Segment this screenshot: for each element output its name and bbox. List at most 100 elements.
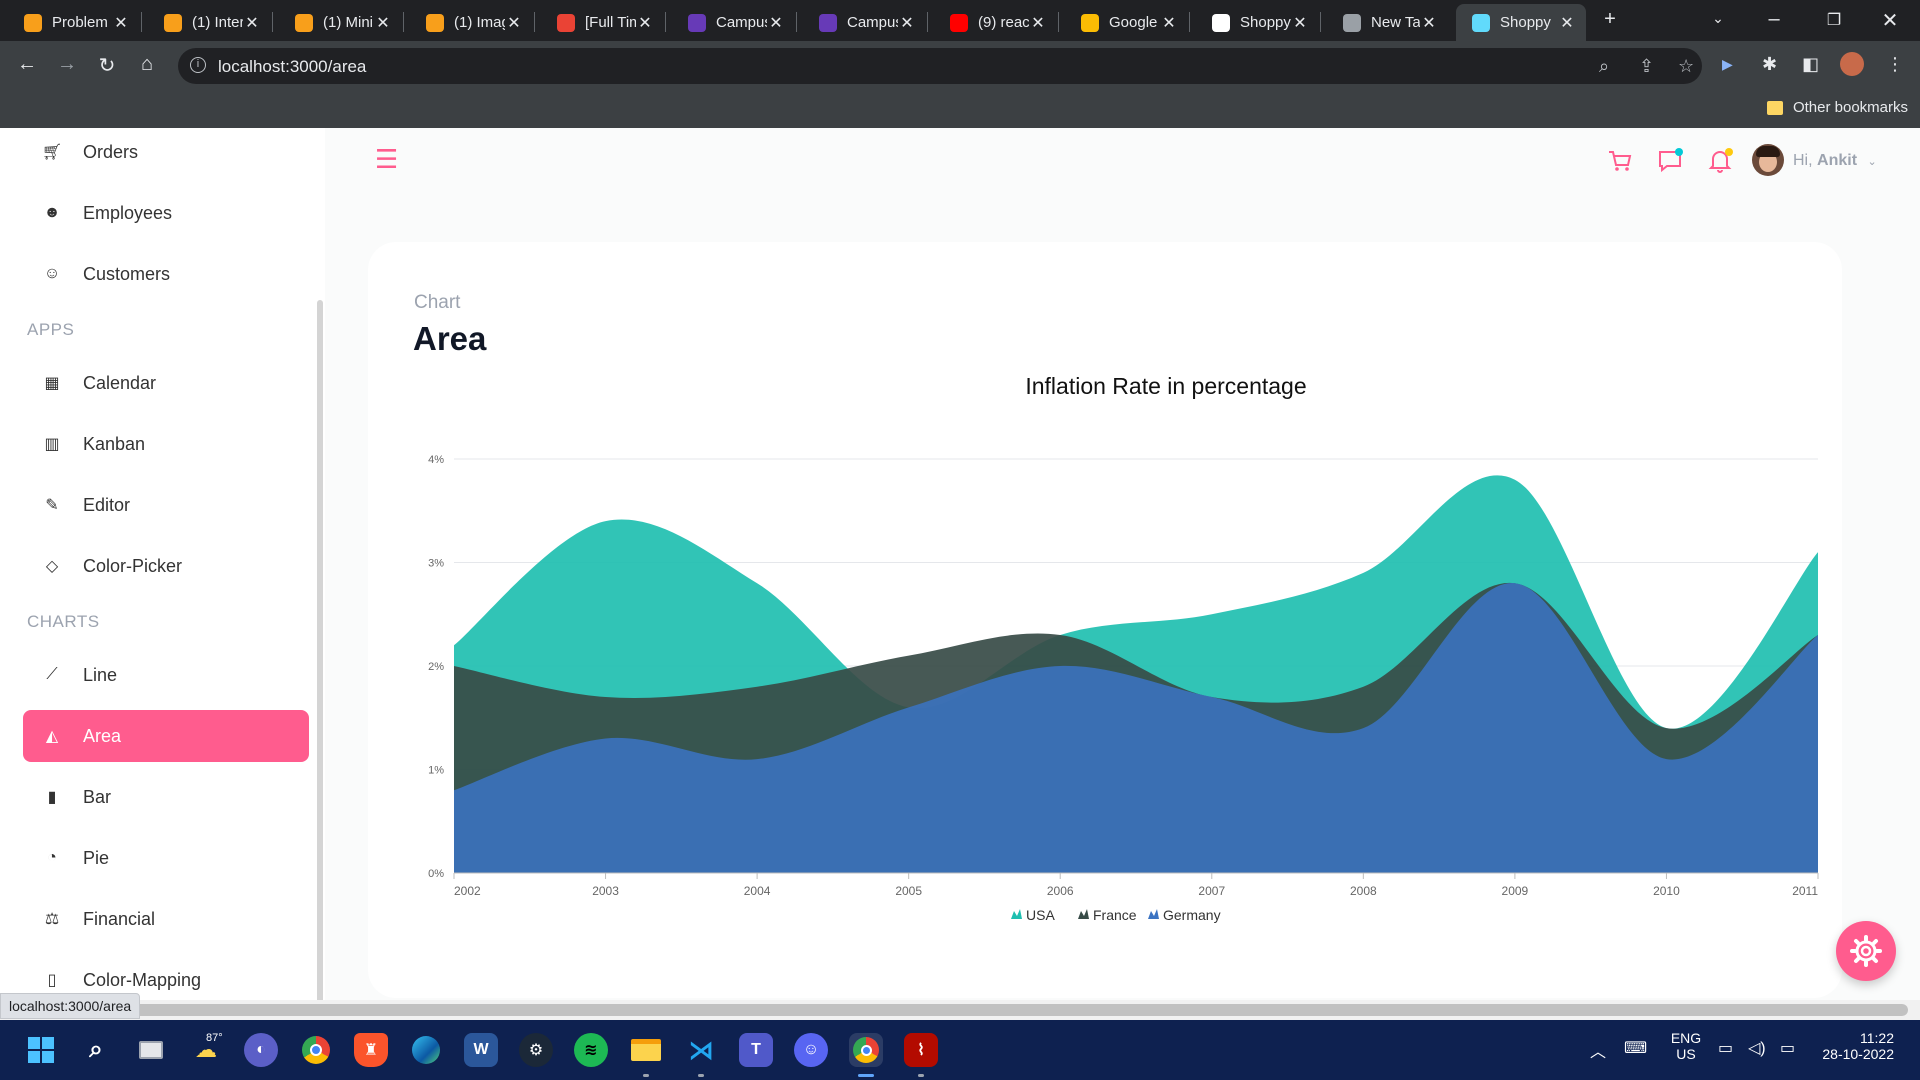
sidebar-item-area[interactable]: ◭ Area bbox=[23, 710, 309, 762]
tab-search-icon[interactable]: ⌄ bbox=[1704, 10, 1732, 27]
sidebar-item-color-picker[interactable]: ◇ Color-Picker bbox=[23, 540, 309, 592]
bar-chart-icon: ▮ bbox=[47, 789, 57, 806]
sidebar-scrollbar[interactable] bbox=[317, 300, 323, 1000]
tab-close-icon[interactable]: ✕ bbox=[1291, 13, 1309, 33]
windows-start-icon[interactable] bbox=[24, 1033, 58, 1067]
menu-hamburger-icon[interactable]: ☰ bbox=[375, 144, 398, 175]
acrobat-icon[interactable]: ⌇ bbox=[904, 1033, 938, 1067]
task-view-icon[interactable] bbox=[134, 1033, 168, 1067]
tab-close-icon[interactable]: ✕ bbox=[898, 13, 916, 33]
discord-icon[interactable]: ☺ bbox=[794, 1033, 828, 1067]
tab-close-icon[interactable]: ✕ bbox=[1420, 13, 1438, 33]
vscode-running-indicator bbox=[698, 1074, 704, 1077]
browser-menu-icon[interactable]: ⋮ bbox=[1886, 54, 1904, 75]
browser-tab[interactable]: (9) react ✕ bbox=[934, 4, 1057, 41]
back-button[interactable]: ← bbox=[13, 53, 41, 76]
profile-avatar[interactable] bbox=[1840, 52, 1864, 76]
user-greeting[interactable]: Hi, Ankit ⌄ bbox=[1793, 152, 1877, 170]
chrome-icon[interactable] bbox=[299, 1033, 333, 1067]
sidebar-item-bar[interactable]: ▮ Bar bbox=[23, 771, 309, 823]
sidebar-item-orders[interactable]: 🛒︎ Orders bbox=[23, 128, 309, 178]
teams-icon[interactable]: T bbox=[739, 1033, 773, 1067]
y-tick-label: 0% bbox=[428, 868, 444, 880]
steam-icon[interactable]: ⚙ bbox=[519, 1033, 553, 1067]
windows-taskbar: ⌕ ☁ 87° ◐ ♜ W ⚙ ≋ ⋊ T ☺ ⌇ ︿ ⌨ ENG US ▭ ◁… bbox=[0, 1020, 1920, 1080]
settings-button[interactable] bbox=[1836, 921, 1896, 981]
bookmark-star-icon[interactable]: ☆ bbox=[1678, 56, 1694, 77]
side-panel-icon[interactable]: ◧ bbox=[1802, 54, 1819, 75]
reload-button[interactable]: ↻ bbox=[93, 53, 121, 78]
browser-tab[interactable]: [Full Time]✕ bbox=[541, 4, 664, 41]
sidebar-item-line[interactable]: ⟋ Line bbox=[23, 649, 309, 701]
tab-close-icon[interactable]: ✕ bbox=[767, 13, 785, 33]
address-url[interactable]: localhost:3000/area bbox=[218, 57, 366, 77]
tab-close-icon[interactable]: ✕ bbox=[374, 13, 392, 33]
extension-play-icon[interactable]: ▶ bbox=[1722, 56, 1733, 73]
home-button[interactable]: ⌂ bbox=[133, 53, 161, 76]
tab-close-icon[interactable]: ✕ bbox=[1029, 13, 1047, 33]
tab-title: Campus bbox=[716, 14, 767, 31]
legend-label: USA bbox=[1026, 907, 1055, 923]
forward-button[interactable]: → bbox=[53, 53, 81, 76]
browser-tab[interactable]: (1) Interview✕ bbox=[148, 4, 271, 41]
browser-tab[interactable]: Campus ✕ bbox=[803, 4, 926, 41]
sidebar-item-employees[interactable]: ☻ Employees bbox=[23, 187, 309, 239]
sidebar-item-label: Line bbox=[83, 664, 118, 685]
cart-icon[interactable] bbox=[1607, 148, 1633, 174]
keyboard-icon[interactable]: ⌨ bbox=[1624, 1038, 1647, 1058]
browser-tab[interactable]: Google ✕ bbox=[1065, 4, 1188, 41]
tab-close-icon[interactable]: ✕ bbox=[1558, 13, 1576, 33]
sidebar-item-financial[interactable]: ⚖ Financial bbox=[23, 893, 309, 945]
tray-overflow-icon[interactable]: ︿ bbox=[1590, 1038, 1606, 1062]
sidebar-item-calendar[interactable]: ▦ Calendar bbox=[23, 357, 309, 409]
edge-icon[interactable] bbox=[409, 1033, 443, 1067]
sidebar-item-customers[interactable]: ☺ Customers bbox=[23, 248, 309, 300]
horizontal-scrollbar[interactable] bbox=[0, 1000, 1920, 1020]
scrollbar-thumb[interactable] bbox=[2, 1004, 1908, 1016]
clock-date: 28-10-2022 bbox=[1822, 1046, 1894, 1062]
sidebar-item-editor[interactable]: ✎ Editor bbox=[23, 479, 309, 531]
color-picker-icon: ◇ bbox=[45, 558, 59, 575]
tab-close-icon[interactable]: ✕ bbox=[1160, 13, 1178, 33]
site-info-icon[interactable]: i bbox=[190, 57, 206, 73]
maximize-button[interactable]: ❐ bbox=[1820, 10, 1848, 30]
other-bookmarks[interactable]: Other bookmarks bbox=[1766, 99, 1908, 116]
tab-close-icon[interactable]: ✕ bbox=[112, 13, 130, 33]
sidebar-item-kanban[interactable]: ▥ Kanban bbox=[23, 418, 309, 470]
teams-chat-icon[interactable]: ◐ bbox=[244, 1033, 278, 1067]
browser-tab[interactable]: New Tab✕ bbox=[1327, 4, 1448, 41]
vscode-icon[interactable]: ⋊ bbox=[684, 1033, 718, 1067]
user-avatar[interactable] bbox=[1752, 144, 1784, 176]
browser-tab[interactable]: (1) Minimum✕ bbox=[279, 4, 402, 41]
file-explorer-icon[interactable] bbox=[629, 1033, 663, 1067]
share-icon[interactable]: ⇪ bbox=[1639, 56, 1654, 77]
word-icon[interactable]: W bbox=[464, 1033, 498, 1067]
leetcode-icon bbox=[295, 13, 313, 32]
browser-tab[interactable]: Shoppy ✕ bbox=[1456, 4, 1586, 41]
new-tab-button[interactable]: + bbox=[1596, 8, 1624, 31]
browser-tab[interactable]: (1) Image✕ bbox=[410, 4, 533, 41]
tab-close-icon[interactable]: ✕ bbox=[505, 13, 523, 33]
brave-icon[interactable]: ♜ bbox=[354, 1033, 388, 1067]
tab-close-icon[interactable]: ✕ bbox=[243, 13, 261, 33]
clock[interactable]: 11:22 28-10-2022 bbox=[1818, 1030, 1894, 1062]
search-icon[interactable]: ⌕ bbox=[79, 1033, 113, 1067]
close-window-button[interactable]: ✕ bbox=[1876, 8, 1904, 33]
network-icon[interactable]: ▭ bbox=[1718, 1038, 1733, 1058]
extensions-puzzle-icon[interactable]: ✱ bbox=[1762, 54, 1777, 75]
volume-icon[interactable]: ◁) bbox=[1748, 1038, 1766, 1058]
browser-tab[interactable]: Problem ✕ bbox=[8, 4, 140, 41]
language-indicator[interactable]: ENG US bbox=[1668, 1030, 1704, 1062]
browser-tab[interactable]: Campus ✕ bbox=[672, 4, 795, 41]
zoom-icon[interactable]: ⌕ bbox=[1599, 56, 1609, 77]
address-bar[interactable]: i localhost:3000/area ⌕ ⇪ ☆ bbox=[178, 48, 1702, 84]
chrome-active-icon[interactable] bbox=[849, 1033, 883, 1067]
cart-icon: 🛒︎ bbox=[41, 144, 63, 161]
sidebar-item-pie[interactable]: ◔ Pie bbox=[23, 832, 309, 884]
tab-separator bbox=[796, 12, 797, 32]
spotify-icon[interactable]: ≋ bbox=[574, 1033, 608, 1067]
battery-icon[interactable]: ▭ bbox=[1780, 1038, 1795, 1058]
browser-tab[interactable]: Shoppy ✕ bbox=[1196, 4, 1319, 41]
minimize-button[interactable]: – bbox=[1760, 8, 1788, 31]
tab-close-icon[interactable]: ✕ bbox=[636, 13, 654, 33]
